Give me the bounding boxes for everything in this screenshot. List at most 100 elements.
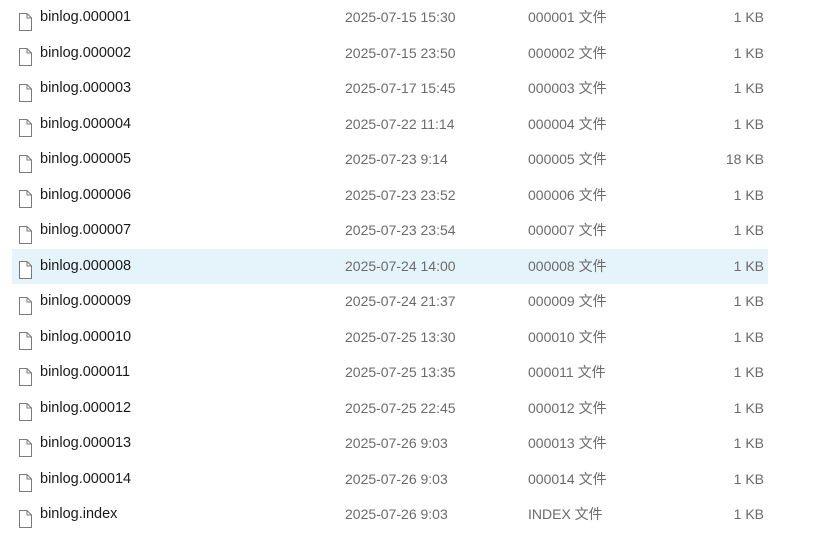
file-modified-date: 2025-07-26 9:03 xyxy=(345,506,448,522)
file-name: binlog.000008 xyxy=(40,257,132,274)
file-modified-date: 2025-07-17 15:45 xyxy=(345,80,456,96)
file-size: 1 KB xyxy=(733,186,764,203)
blank-file-icon xyxy=(18,115,32,138)
file-type: 000003 文件 xyxy=(528,80,607,96)
file-size: 1 KB xyxy=(733,222,764,238)
file-modified-date: 2025-07-15 23:50 xyxy=(345,44,456,61)
file-name-cell: binlog.000009 xyxy=(18,284,131,320)
file-row[interactable]: binlog.index 2025-07-26 9:03 INDEX 文件 1 KB xyxy=(12,497,768,533)
file-modified-date: 2025-07-24 14:00 xyxy=(345,257,456,274)
blank-file-icon xyxy=(18,364,32,386)
file-name: binlog.000012 xyxy=(40,399,132,416)
file-size: 1 KB xyxy=(733,435,764,451)
blank-file-icon xyxy=(18,293,32,315)
file-name-cell: binlog.000001 xyxy=(18,0,131,36)
file-row[interactable]: binlog.000010 2025-07-25 13:30 000010 文件 1 … xyxy=(12,320,768,356)
file-size: 1 KB xyxy=(733,44,764,61)
file-row[interactable]: binlog.000005 2025-07-23 9:14 000005 文件 18 … xyxy=(12,142,768,178)
file-name-cell: binlog.000002 xyxy=(18,36,131,72)
file-modified-date: 2025-07-22 11:14 xyxy=(345,115,455,132)
file-row[interactable]: binlog.000006 2025-07-23 23:52 000006 文件 1 … xyxy=(12,178,768,214)
blank-file-icon xyxy=(18,222,32,244)
file-name-cell: binlog.000012 xyxy=(18,391,131,427)
file-name: binlog.000002 xyxy=(40,44,132,61)
file-name-cell: binlog.000005 xyxy=(18,142,131,178)
file-type: 000014 文件 xyxy=(528,470,607,487)
blank-file-icon xyxy=(18,470,32,493)
file-list: binlog.000001 2025-07-15 15:30 000001 文件 1 … xyxy=(0,0,830,533)
file-type: 000012 文件 xyxy=(528,399,607,416)
file-modified-date: 2025-07-25 22:45 xyxy=(345,399,456,416)
file-size: 1 KB xyxy=(733,328,764,345)
file-size: 18 KB xyxy=(725,151,764,167)
file-modified-date: 2025-07-23 9:14 xyxy=(345,151,448,167)
file-row[interactable]: binlog.000009 2025-07-24 21:37 000009 文件 1 … xyxy=(12,284,768,320)
file-type: 000006 文件 xyxy=(528,186,607,203)
file-modified-date: 2025-07-25 13:35 xyxy=(345,364,456,380)
file-modified-date: 2025-07-26 9:03 xyxy=(345,435,448,451)
file-row[interactable]: binlog.000013 2025-07-26 9:03 000013 文件 1 K… xyxy=(12,426,768,462)
file-row[interactable]: binlog.000001 2025-07-15 15:30 000001 文件 1 … xyxy=(12,0,768,36)
file-type: 000010 文件 xyxy=(528,328,607,345)
file-type: 000009 文件 xyxy=(528,293,607,309)
file-name: binlog.000010 xyxy=(40,328,132,345)
file-row[interactable]: binlog.000011 2025-07-25 13:35 000011 文件 1 … xyxy=(12,355,768,391)
file-name: binlog.000004 xyxy=(40,115,132,132)
file-size: 1 KB xyxy=(733,9,764,25)
blank-file-icon xyxy=(18,151,32,173)
file-size: 1 KB xyxy=(733,506,764,522)
file-modified-date: 2025-07-26 9:03 xyxy=(345,470,448,487)
file-size: 1 KB xyxy=(733,257,764,274)
file-row[interactable]: binlog.000004 2025-07-22 11:14 000004 文件 1 … xyxy=(12,107,768,143)
file-name: binlog.000014 xyxy=(40,470,132,487)
blank-file-icon xyxy=(18,399,32,422)
file-type: 000001 文件 xyxy=(528,9,607,25)
blank-file-icon xyxy=(18,435,32,457)
file-modified-date: 2025-07-23 23:54 xyxy=(345,222,456,238)
file-type: 000005 文件 xyxy=(528,151,607,167)
file-row[interactable]: binlog.000008 2025-07-24 14:00 000008 文件 1 … xyxy=(12,248,768,285)
file-name: binlog.000003 xyxy=(40,80,132,96)
file-name-cell: binlog.index xyxy=(18,497,117,533)
file-type: 000008 文件 xyxy=(528,257,607,274)
blank-file-icon xyxy=(18,9,32,31)
file-name-cell: binlog.000008 xyxy=(18,249,131,285)
file-row[interactable]: binlog.000014 2025-07-26 9:03 000014 文件 1 K… xyxy=(12,462,768,498)
file-type: 000004 文件 xyxy=(528,115,607,132)
file-name-cell: binlog.000014 xyxy=(18,462,131,498)
file-modified-date: 2025-07-15 15:30 xyxy=(345,9,456,25)
blank-file-icon xyxy=(18,328,32,351)
file-name-cell: binlog.000010 xyxy=(18,320,131,356)
file-type: 000002 文件 xyxy=(528,44,607,61)
file-size: 1 KB xyxy=(733,364,764,380)
file-name: binlog.000006 xyxy=(40,186,132,203)
file-type: 000013 文件 xyxy=(528,435,607,451)
file-modified-date: 2025-07-25 13:30 xyxy=(345,328,456,345)
blank-file-icon xyxy=(18,186,32,209)
file-name: binlog.000009 xyxy=(40,293,132,309)
file-name: binlog.index xyxy=(40,506,118,522)
file-type: INDEX 文件 xyxy=(528,506,603,522)
file-size: 1 KB xyxy=(733,470,764,487)
file-row[interactable]: binlog.000012 2025-07-25 22:45 000012 文件 1 … xyxy=(12,391,768,427)
file-size: 1 KB xyxy=(733,80,764,96)
file-name-cell: binlog.000013 xyxy=(18,426,131,462)
file-name-cell: binlog.000004 xyxy=(18,107,131,143)
blank-file-icon xyxy=(18,506,32,528)
file-row[interactable]: binlog.000002 2025-07-15 23:50 000002 文件 1 … xyxy=(12,36,768,72)
file-size: 1 KB xyxy=(733,293,764,309)
file-type: 000007 文件 xyxy=(528,222,607,238)
blank-file-icon xyxy=(18,257,32,280)
file-name: binlog.000013 xyxy=(40,435,132,451)
file-name: binlog.000007 xyxy=(40,222,132,238)
file-modified-date: 2025-07-24 21:37 xyxy=(345,293,456,309)
file-name-cell: binlog.000006 xyxy=(18,178,131,214)
file-row[interactable]: binlog.000003 2025-07-17 15:45 000003 文件 1 … xyxy=(12,71,768,107)
file-row[interactable]: binlog.000007 2025-07-23 23:54 000007 文件 1 … xyxy=(12,213,768,249)
file-name: binlog.000005 xyxy=(40,151,132,167)
file-name: binlog.000001 xyxy=(40,9,132,25)
file-size: 1 KB xyxy=(733,399,764,416)
blank-file-icon xyxy=(18,80,32,102)
file-size: 1 KB xyxy=(733,115,764,132)
blank-file-icon xyxy=(18,44,32,67)
